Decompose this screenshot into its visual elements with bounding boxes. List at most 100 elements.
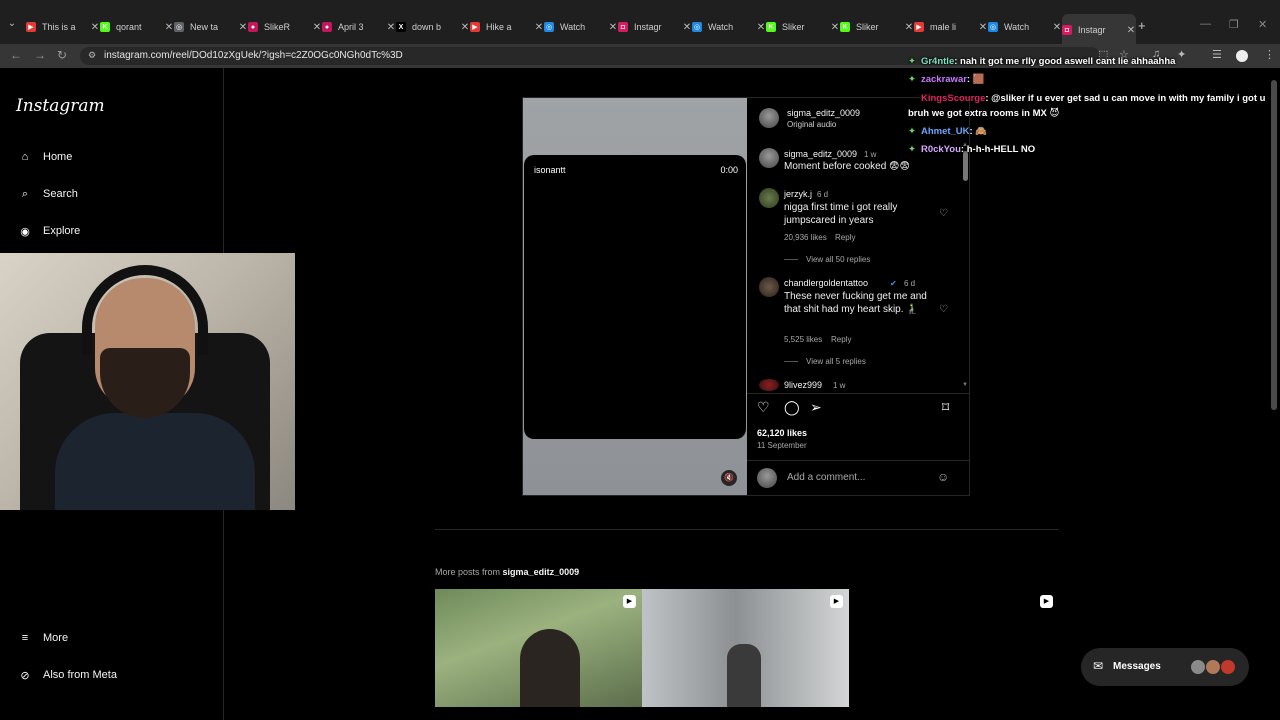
browser-tab[interactable]: ◎ Watch ✕ xyxy=(692,17,766,37)
save-bookmark-icon[interactable]: ⌑ xyxy=(942,399,949,416)
author-username[interactable]: sigma_editz_0009 xyxy=(787,108,860,118)
comment-avatar[interactable] xyxy=(759,188,779,208)
tab-close-icon[interactable]: ✕ xyxy=(904,22,914,33)
browser-tab[interactable]: K Sliker ✕ xyxy=(766,17,840,37)
tab-close-icon[interactable]: ✕ xyxy=(1126,25,1136,36)
extensions-icon[interactable]: ✦ xyxy=(1177,48,1186,61)
menu-icon: ≡ xyxy=(21,632,29,644)
reading-list-icon[interactable]: ☰ xyxy=(1212,48,1222,61)
comment-reply-button[interactable]: Reply xyxy=(831,335,851,344)
tab-favicon-icon: ▶ xyxy=(26,22,36,32)
browser-tab[interactable]: Xdown b ✕ xyxy=(396,17,470,37)
comment-bubble-icon[interactable]: ◯ xyxy=(784,399,800,416)
tab-close-icon[interactable]: ✕ xyxy=(386,22,396,33)
tab-close-icon[interactable]: ✕ xyxy=(608,22,618,33)
browser-tab[interactable]: ▶ male li ✕ xyxy=(914,17,988,37)
comment-like-heart-icon[interactable]: ♡ xyxy=(939,208,948,219)
reload-icon[interactable]: ↻ xyxy=(57,48,67,62)
browser-tab[interactable]: ▶ Hike a ✕ xyxy=(470,17,544,37)
comment-like-heart-icon[interactable]: ♡ xyxy=(939,304,948,315)
view-replies-button[interactable]: View all 5 replies xyxy=(784,357,866,366)
nav-explore[interactable]: ◉ Explore xyxy=(16,219,80,243)
tab-close-icon[interactable]: ✕ xyxy=(534,22,544,33)
reel-video-frame[interactable]: isonantt 0:00 xyxy=(524,155,746,439)
chat-username[interactable]: KingsScourge xyxy=(921,93,985,104)
thumbnail-figure xyxy=(520,629,580,707)
tab-favicon-icon: K xyxy=(840,22,850,32)
post-likes-count[interactable]: 62,120 likes xyxy=(757,428,807,438)
close-window-icon[interactable]: ✕ xyxy=(1258,18,1267,31)
tab-title: Instagr xyxy=(1078,25,1106,35)
nav-more[interactable]: ≡ More xyxy=(16,626,68,650)
chat-username[interactable]: Gr4ntle xyxy=(921,56,954,67)
thumbnail-figure xyxy=(727,644,761,707)
browser-tab[interactable]: Kqorant ✕ xyxy=(100,17,174,37)
caption-avatar[interactable] xyxy=(759,148,779,168)
nav-home[interactable]: ⌂ Home xyxy=(16,145,73,169)
share-icon[interactable]: ➢ xyxy=(810,399,822,416)
nav-also-from-meta[interactable]: ⊘ Also from Meta xyxy=(16,663,117,687)
caption-username[interactable]: sigma_editz_0009 xyxy=(784,149,857,159)
comment-username[interactable]: chandlergoldentattoo xyxy=(784,278,868,288)
tab-close-icon[interactable]: ✕ xyxy=(90,22,100,33)
original-audio-link[interactable]: Original audio xyxy=(787,120,836,129)
comment-reply-button[interactable]: Reply xyxy=(835,233,855,242)
tab-close-icon[interactable]: ✕ xyxy=(756,22,766,33)
messages-button[interactable]: ✉ Messages xyxy=(1081,648,1249,686)
more-post-thumbnail[interactable]: ▶ xyxy=(642,589,849,707)
instagram-logo[interactable]: Instagram xyxy=(16,96,105,116)
tab-close-icon[interactable]: ✕ xyxy=(830,22,840,33)
nav-search[interactable]: ⌕ Search xyxy=(16,182,78,206)
chat-username[interactable]: R0ckYou xyxy=(921,144,961,155)
chat-username[interactable]: zackrawar xyxy=(921,74,967,85)
scroll-down-arrow-icon[interactable]: ▼ xyxy=(962,382,968,388)
emoji-icon[interactable]: ☺ xyxy=(937,470,949,484)
chat-badge-icon: ✦ xyxy=(908,56,916,67)
add-comment-input[interactable]: Add a comment... xyxy=(787,472,865,483)
tab-search-dropdown-icon[interactable]: ⌄ xyxy=(5,17,19,31)
url-text[interactable]: instagram.com/reel/DOd10zXgUek/?igsh=c2Z… xyxy=(104,50,403,61)
view-replies-button[interactable]: View all 50 replies xyxy=(784,255,870,264)
browser-tab[interactable]: ◘ Instagr ✕ xyxy=(618,17,692,37)
forward-icon[interactable]: → xyxy=(34,48,46,62)
more-post-thumbnail[interactable]: ▶ xyxy=(435,589,642,707)
site-info-icon[interactable]: ⚙ xyxy=(88,50,96,61)
mute-button[interactable]: 🔇 xyxy=(721,470,737,486)
tab-close-icon[interactable]: ✕ xyxy=(460,22,470,33)
browser-tab[interactable]: K Sliker ✕ xyxy=(840,17,914,37)
maximize-icon[interactable]: ❐ xyxy=(1229,18,1239,31)
back-icon[interactable]: ← xyxy=(10,48,22,62)
browser-tab[interactable]: ▶ This is a ✕ xyxy=(26,17,100,37)
new-tab-button[interactable]: + xyxy=(1138,18,1146,33)
comments-scrollbar-thumb[interactable] xyxy=(963,151,968,181)
profile-avatar[interactable] xyxy=(1236,50,1248,62)
comment-likes[interactable]: 5,525 likes xyxy=(784,335,822,344)
comment-likes[interactable]: 20,936 likes xyxy=(784,233,827,242)
browser-tab[interactable]: ◎ Watch ✕ xyxy=(544,17,618,37)
tab-close-icon[interactable]: ✕ xyxy=(164,22,174,33)
more-posts-username[interactable]: sigma_editz_0009 xyxy=(503,567,580,577)
browser-tab[interactable]: ● SlikeR ✕ xyxy=(248,17,322,37)
author-avatar[interactable] xyxy=(759,108,779,128)
like-heart-icon[interactable]: ♡ xyxy=(757,399,770,416)
comment-username[interactable]: 9livez999 xyxy=(784,380,822,390)
browser-tab[interactable]: ● April 3 ✕ xyxy=(322,17,396,37)
tab-close-icon[interactable]: ✕ xyxy=(312,22,322,33)
minimize-icon[interactable]: — xyxy=(1200,18,1211,30)
tab-close-icon[interactable]: ✕ xyxy=(238,22,248,33)
chat-message: bruh we got extra rooms in MX 😈 xyxy=(908,108,1059,119)
reel-media[interactable]: isonantt 0:00 🔇 xyxy=(523,98,747,495)
browser-tab[interactable]: ◘ Instagr ✕ xyxy=(1062,14,1136,44)
comment-avatar[interactable] xyxy=(759,277,779,297)
chat-username[interactable]: Ahmet_UK xyxy=(921,126,970,137)
comment-username[interactable]: jerzyk.j xyxy=(784,189,812,199)
message-avatar xyxy=(1190,659,1206,675)
tab-close-icon[interactable]: ✕ xyxy=(1052,22,1062,33)
tab-close-icon[interactable]: ✕ xyxy=(978,22,988,33)
page-scrollbar[interactable] xyxy=(1271,80,1277,410)
browser-tab[interactable]: ◎ Watch ✕ xyxy=(988,17,1062,37)
comment-avatar[interactable] xyxy=(759,379,779,391)
browser-menu-icon[interactable]: ⋮ xyxy=(1264,48,1275,61)
tab-close-icon[interactable]: ✕ xyxy=(682,22,692,33)
browser-tab[interactable]: ◎ New ta ✕ xyxy=(174,17,248,37)
